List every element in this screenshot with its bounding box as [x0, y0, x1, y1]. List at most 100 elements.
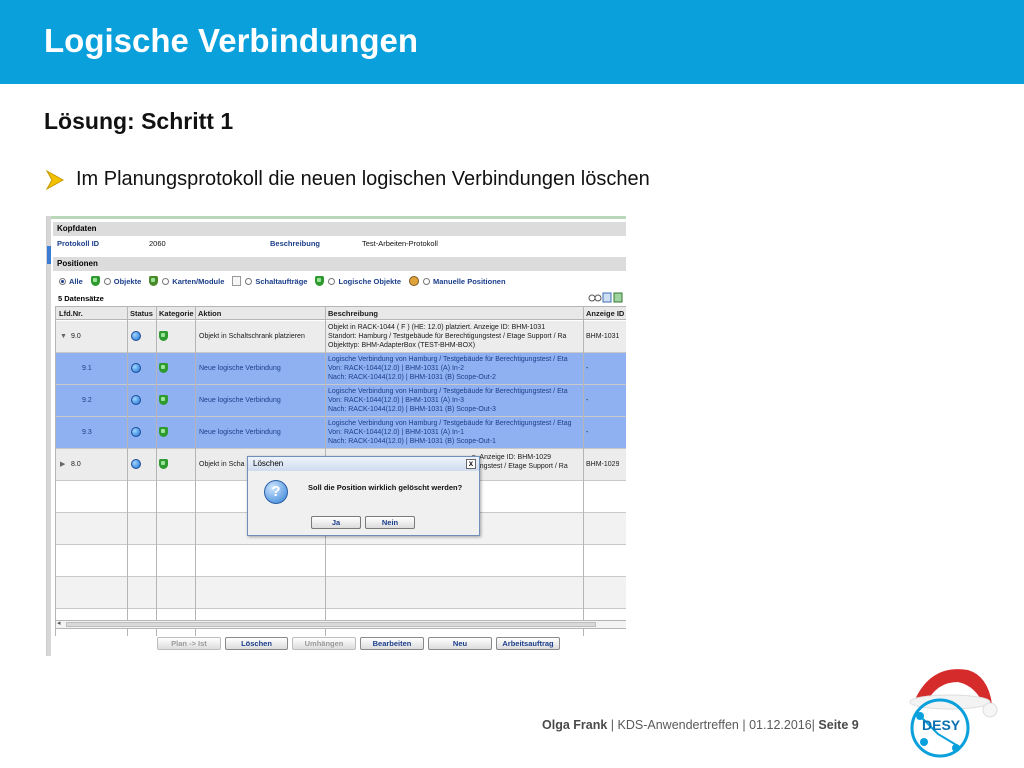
row-beschreibung-1: Logische Verbindung von Hamburg / Testge…	[328, 420, 572, 427]
row-beschreibung-2: Von: RACK-1044(12.0) | BHM-1031 (A) In-1	[328, 429, 465, 436]
row-beschreibung-1: n. Anzeige ID: BHM-1029	[472, 454, 551, 461]
slide-title: Logische Verbindungen	[44, 22, 419, 59]
protokoll-id-label: Protokoll ID	[57, 239, 100, 248]
row-beschreibung-1: Objekt in RACK-1044 ( F ) (HE: 12.0) pla…	[328, 324, 546, 331]
filter-radio-logische-objekte[interactable]	[328, 277, 336, 285]
col-header-nr[interactable]: Lfd.Nr.	[59, 309, 83, 318]
category-shield-icon	[159, 363, 168, 373]
record-count: 5 Datensätze	[58, 294, 104, 303]
table-row-selected[interactable]: 9.3 Neue logische Verbindung Logische Ve…	[55, 417, 626, 449]
grid-column-divider	[127, 306, 128, 636]
beschreibung-value: Test-Arbeiten-Protokoll	[362, 239, 438, 248]
status-globe-icon	[131, 459, 141, 469]
row-anzeige-id: BHM-1029	[586, 461, 620, 468]
excel-icon[interactable]	[613, 292, 623, 303]
neu-button[interactable]: Neu	[428, 637, 492, 650]
row-beschreibung-3: Nach: RACK-1044(12.0) | BHM-1031 (B) Sco…	[328, 374, 496, 381]
filter-label-objekte: Objekte	[113, 276, 142, 286]
collapse-arrow-icon[interactable]: ▼	[60, 332, 67, 341]
table-row-selected[interactable]: 9.1 Neue logische Verbindung Logische Ve…	[55, 353, 626, 385]
bearbeiten-button[interactable]: Bearbeiten	[360, 637, 424, 650]
table-row-selected[interactable]: 9.2 Neue logische Verbindung Logische Ve…	[55, 385, 626, 417]
row-beschreibung-2: Standort: Hamburg / Testgebäude für Bere…	[328, 333, 567, 340]
scroll-left-icon[interactable]: ◂	[57, 619, 61, 627]
umhaengen-button[interactable]: Umhängen	[292, 637, 356, 650]
protokoll-id-value: 2060	[149, 239, 166, 248]
plan-ist-button[interactable]: Plan -> Ist	[157, 637, 221, 650]
close-icon[interactable]: x	[466, 459, 476, 469]
col-header-status[interactable]: Status	[130, 309, 153, 318]
filter-label-schaltauftraege: Schaltaufträge	[255, 276, 308, 286]
category-shield-icon	[159, 427, 168, 437]
row-nr: 9.1	[82, 365, 92, 372]
dialog-message: Soll die Position wirklich gelöscht werd…	[308, 483, 463, 492]
scrollbar-thumb[interactable]	[66, 622, 596, 627]
bullet-text: Im Planungsprotokoll die neuen logischen…	[76, 168, 650, 190]
filter-radio-karten[interactable]	[162, 277, 170, 285]
grid-column-divider	[583, 306, 584, 636]
row-aktion: Neue logische Verbindung	[199, 429, 281, 436]
row-beschreibung-3: Objekttyp: BHM-AdapterBox (TEST-BHM-BOX)	[328, 342, 476, 349]
beschreibung-label: Beschreibung	[270, 239, 321, 248]
row-anzeige-id: -	[586, 397, 589, 404]
row-nr: 8.0	[71, 461, 81, 468]
row-beschreibung-1: Logische Verbindung von Hamburg / Testge…	[328, 356, 568, 363]
toolbar-icons	[588, 292, 623, 303]
grid-header-row: Lfd.Nr. Status Kategorie Aktion Beschrei…	[55, 306, 626, 320]
empty-row	[55, 577, 626, 609]
glasses-icon[interactable]	[588, 294, 602, 302]
category-shield-icon	[159, 331, 168, 341]
question-icon: ?	[264, 480, 288, 504]
footer-separator: |	[610, 718, 618, 732]
screenshot-top-border	[47, 216, 626, 219]
category-shield-icon	[159, 395, 168, 405]
row-nr: 9.0	[71, 333, 81, 340]
grid-column-divider	[195, 306, 196, 636]
col-header-beschreibung[interactable]: Beschreibung	[328, 309, 378, 318]
row-aktion: Neue logische Verbindung	[199, 365, 281, 372]
row-beschreibung-2: gungstest / Etage Support / Ra	[472, 463, 568, 470]
export-icon[interactable]	[602, 292, 612, 303]
filter-label-alle: Alle	[69, 276, 83, 286]
document-icon	[232, 276, 242, 286]
no-button[interactable]: Nein	[365, 516, 415, 529]
col-header-aktion[interactable]: Aktion	[198, 309, 221, 318]
footer-event: KDS-Anwendertreffen	[617, 718, 739, 732]
filter-radio-schaltauftraege[interactable]	[245, 277, 253, 285]
expand-arrow-icon[interactable]: ▶	[60, 460, 65, 469]
status-globe-icon	[131, 331, 141, 341]
status-globe-icon	[131, 363, 141, 373]
app-screenshot: Kopfdaten Protokoll ID 2060 Beschreibung…	[46, 216, 626, 656]
filter-radio-alle[interactable]	[59, 277, 66, 285]
filter-label-logische-objekte: Logische Objekte	[338, 276, 402, 286]
category-shield-icon	[159, 459, 168, 469]
col-header-anzeige-id[interactable]: Anzeige ID	[586, 309, 624, 318]
confirm-delete-dialog: Löschen x ? Soll die Position wirklich g…	[247, 456, 480, 536]
loeschen-button[interactable]: Löschen	[225, 637, 288, 650]
object-shield-icon	[90, 276, 100, 286]
slide-title-bar: Logische Verbindungen	[0, 0, 1024, 84]
row-beschreibung-1: Logische Verbindung von Hamburg / Testge…	[328, 388, 568, 395]
row-beschreibung-3: Nach: RACK-1044(12.0) | BHM-1031 (B) Sco…	[328, 406, 496, 413]
filter-radio-manuelle[interactable]	[423, 277, 431, 285]
logical-object-icon	[315, 276, 325, 286]
footer-page: Seite 9	[818, 718, 859, 732]
slide-subtitle: Lösung: Schritt 1	[44, 108, 234, 134]
screenshot-left-stripe	[47, 216, 51, 656]
row-nr: 9.3	[82, 429, 92, 436]
positionen-header: Positionen	[53, 257, 626, 271]
grid-border-left	[55, 306, 56, 636]
dialog-title: Löschen	[248, 457, 479, 471]
kopfdaten-header: Kopfdaten	[53, 222, 626, 236]
yes-button[interactable]: Ja	[311, 516, 361, 529]
col-header-kategorie[interactable]: Kategorie	[159, 309, 194, 318]
filter-radio-group: Alle Objekte Karten/Module Schaltaufträg…	[55, 274, 625, 288]
row-anzeige-id: -	[586, 365, 589, 372]
horizontal-scrollbar[interactable]: ◂	[55, 620, 626, 629]
row-anzeige-id: BHM-1031	[586, 333, 620, 340]
filter-radio-objekte[interactable]	[103, 277, 111, 285]
arbeitsauftrag-button[interactable]: Arbeitsauftrag	[496, 637, 560, 650]
row-beschreibung-3: Nach: RACK-1044(12.0) | BHM-1031 (B) Sco…	[328, 438, 496, 445]
filter-label-karten: Karten/Module	[172, 276, 225, 286]
table-row[interactable]: ▼ 9.0 Objekt in Schaltschrank platzieren…	[55, 321, 626, 353]
